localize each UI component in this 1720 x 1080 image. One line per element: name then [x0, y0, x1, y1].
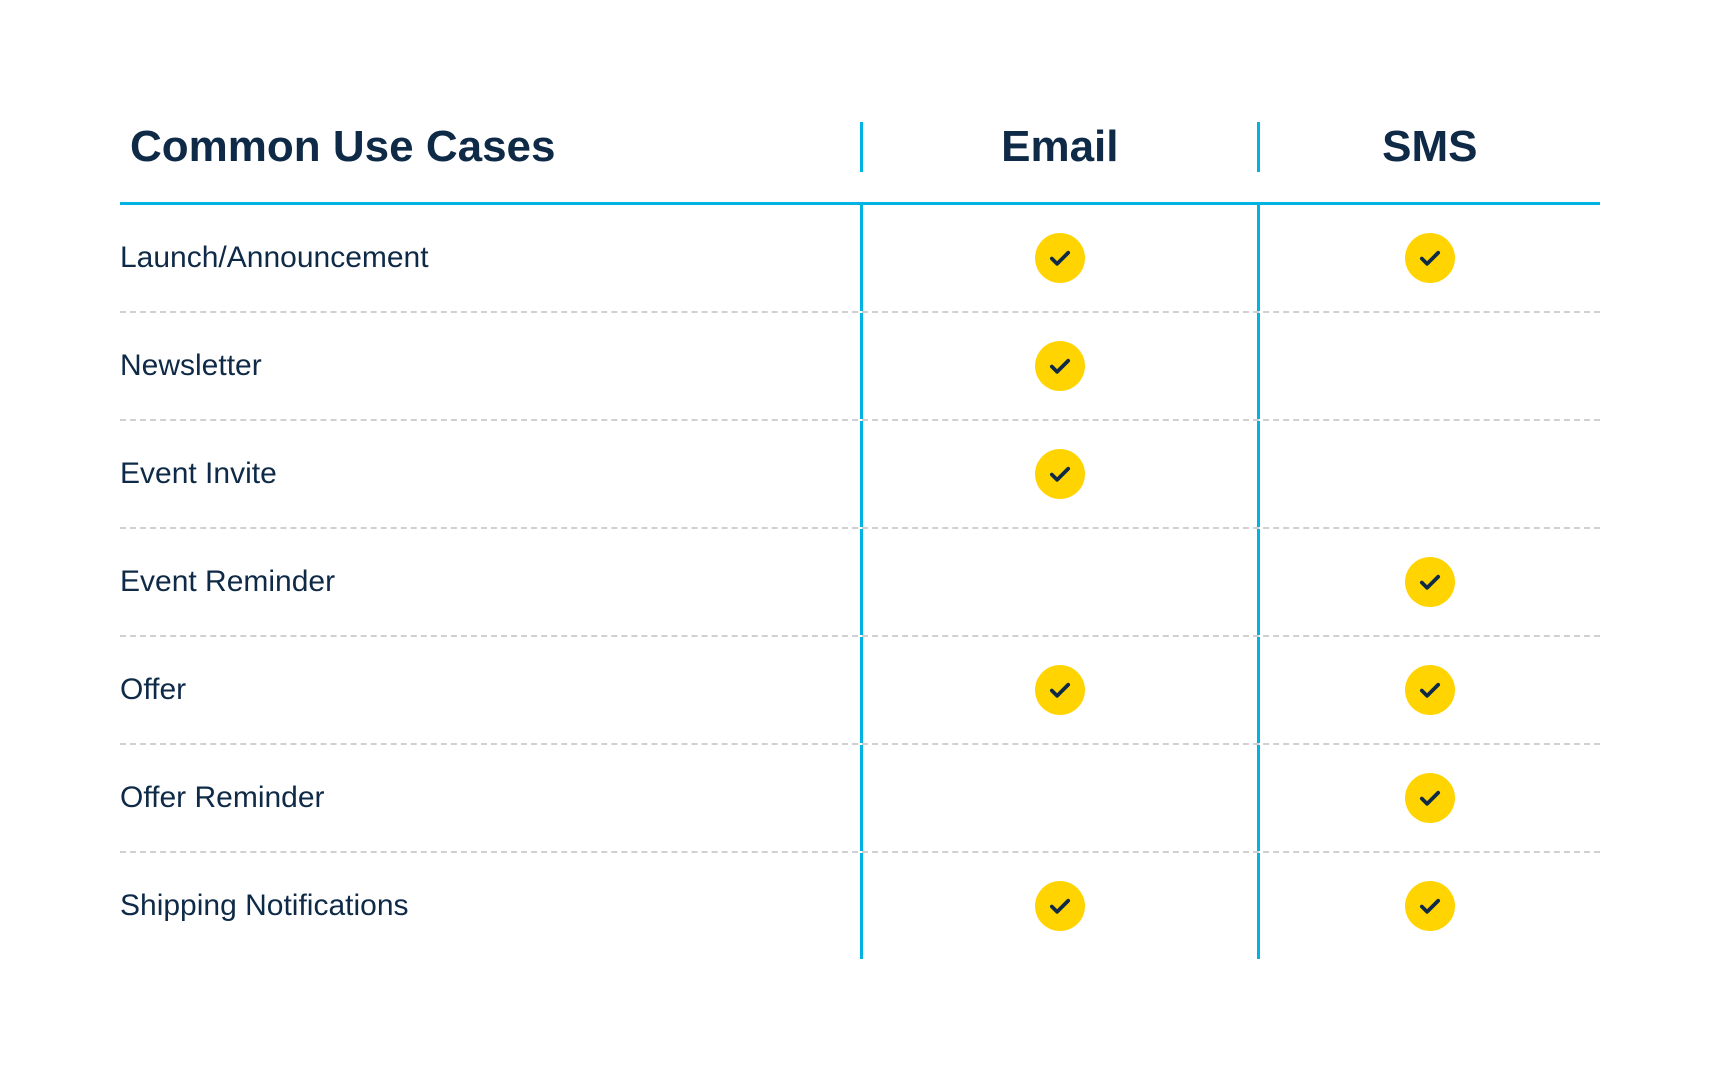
comparison-table-container: Common Use Cases Email SMS Launch/Announ…: [20, 72, 1700, 1009]
cell-email: [860, 421, 1260, 527]
cell-sms: [1260, 205, 1600, 311]
cell-email: [860, 745, 1260, 851]
row-label: Shipping Notifications: [120, 853, 860, 959]
header-email: Email: [860, 122, 1260, 172]
cell-email: [860, 313, 1260, 419]
cell-sms: [1260, 313, 1600, 419]
cell-sms: [1260, 745, 1600, 851]
table-row: Launch/Announcement: [120, 205, 1600, 313]
table-body: Launch/AnnouncementNewsletterEvent Invit…: [120, 205, 1600, 959]
check-icon: [1035, 665, 1085, 715]
table-row: Offer: [120, 637, 1600, 745]
check-icon: [1405, 665, 1455, 715]
check-icon: [1405, 557, 1455, 607]
row-label: Offer: [120, 637, 860, 743]
table-row: Event Reminder: [120, 529, 1600, 637]
check-icon: [1405, 881, 1455, 931]
cell-email: [860, 637, 1260, 743]
cell-sms: [1260, 529, 1600, 635]
cell-sms: [1260, 421, 1600, 527]
cell-sms: [1260, 853, 1600, 959]
row-label: Launch/Announcement: [120, 205, 860, 311]
check-icon: [1035, 449, 1085, 499]
check-icon: [1405, 233, 1455, 283]
cell-email: [860, 205, 1260, 311]
table-row: Event Invite: [120, 421, 1600, 529]
cell-email: [860, 853, 1260, 959]
cell-email: [860, 529, 1260, 635]
row-label: Event Invite: [120, 421, 860, 527]
comparison-table: Common Use Cases Email SMS Launch/Announ…: [120, 122, 1600, 959]
check-icon: [1035, 233, 1085, 283]
check-icon: [1035, 341, 1085, 391]
header-sms: SMS: [1260, 122, 1600, 172]
check-icon: [1405, 773, 1455, 823]
row-label: Offer Reminder: [120, 745, 860, 851]
table-row: Shipping Notifications: [120, 853, 1600, 959]
check-icon: [1035, 881, 1085, 931]
table-row: Offer Reminder: [120, 745, 1600, 853]
row-label: Event Reminder: [120, 529, 860, 635]
table-row: Newsletter: [120, 313, 1600, 421]
table-header-row: Common Use Cases Email SMS: [120, 122, 1600, 205]
row-label: Newsletter: [120, 313, 860, 419]
cell-sms: [1260, 637, 1600, 743]
header-use-cases: Common Use Cases: [120, 122, 860, 172]
